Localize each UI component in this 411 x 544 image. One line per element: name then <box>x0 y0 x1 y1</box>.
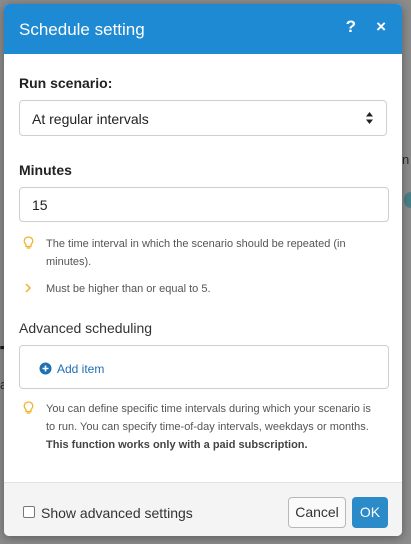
close-icon[interactable]: × <box>376 17 386 37</box>
advanced-scheduling-label: Advanced scheduling <box>19 320 153 336</box>
run-scenario-label: Run scenario: <box>19 75 113 91</box>
chevron-right-icon <box>25 283 32 293</box>
advanced-scheduling-hint: You can define specific time intervals d… <box>23 400 375 454</box>
dialog-footer: Show advanced settings Cancel OK <box>4 482 402 536</box>
schedule-setting-dialog: Schedule setting ? × Run scenario: At re… <box>4 4 402 536</box>
minutes-input[interactable] <box>19 187 389 222</box>
background-toggle-fragment <box>404 192 411 208</box>
minutes-label: Minutes <box>19 162 72 178</box>
lightbulb-icon <box>23 236 34 249</box>
dialog-header: Schedule setting ? × <box>4 4 402 54</box>
question-mark-icon[interactable]: ? <box>346 17 356 37</box>
advanced-hint-bold: This function works only with a paid sub… <box>46 439 308 451</box>
cancel-button[interactable]: Cancel <box>288 497 346 528</box>
advanced-hint-plain: You can define specific time intervals d… <box>46 403 371 433</box>
add-item-label: Add item <box>57 362 105 376</box>
show-advanced-label[interactable]: Show advanced settings <box>41 505 193 521</box>
run-scenario-select[interactable]: At regular intervals <box>19 100 387 136</box>
add-item-button[interactable]: Add item <box>39 362 104 376</box>
interval-hint-text: The time interval in which the scenario … <box>46 238 346 268</box>
lightbulb-icon <box>23 401 34 414</box>
dialog-title: Schedule setting <box>19 20 145 39</box>
minimum-hint: Must be higher than or equal to 5. <box>23 280 368 298</box>
show-advanced-checkbox[interactable] <box>23 506 35 518</box>
ok-button[interactable]: OK <box>352 497 388 528</box>
background-fragment: n <box>402 152 410 167</box>
run-scenario-selected-value: At regular intervals <box>32 111 149 127</box>
interval-hint: The time interval in which the scenario … <box>23 235 368 271</box>
plus-circle-icon <box>39 362 52 375</box>
advanced-scheduling-box: Add item <box>19 345 389 389</box>
minimum-hint-text: Must be higher than or equal to 5. <box>46 283 211 295</box>
select-arrows-icon <box>366 112 373 124</box>
advanced-hint-text: You can define specific time intervals d… <box>46 400 375 454</box>
